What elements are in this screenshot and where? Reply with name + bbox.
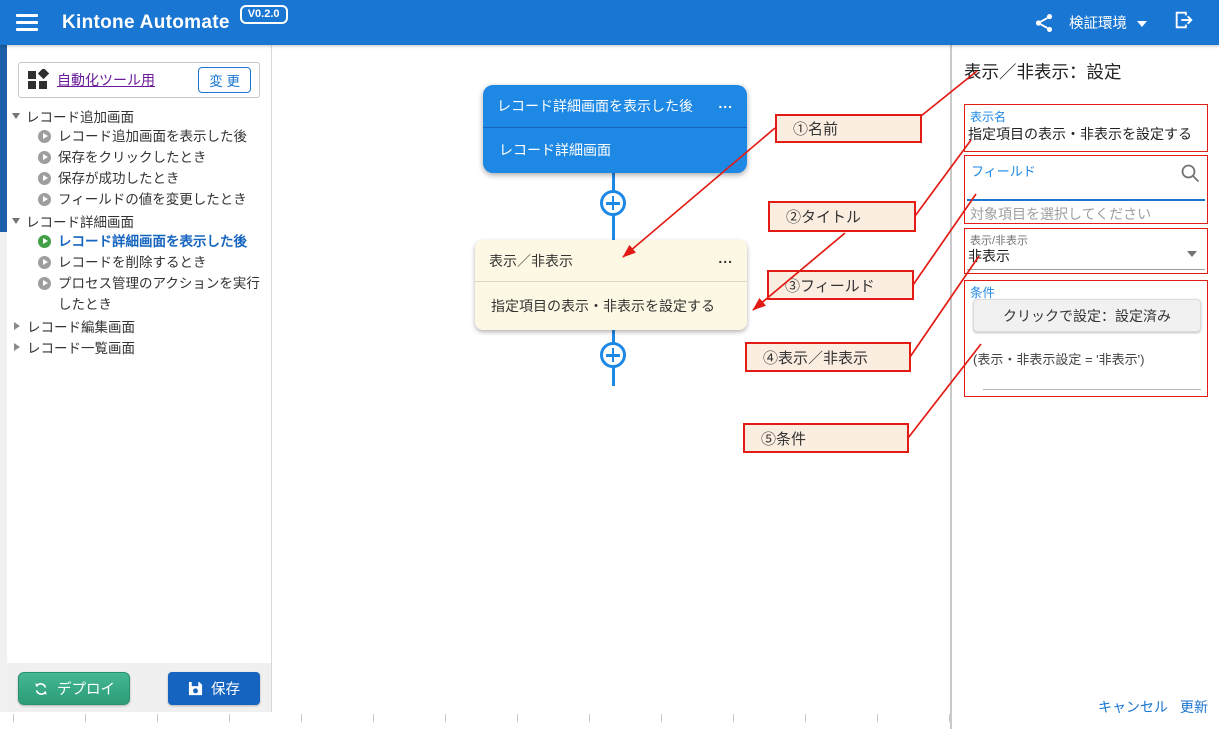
condition-set-button[interactable]: クリックで設定：設定済み (973, 299, 1201, 332)
tree-item-label: 保存が成功したとき (58, 168, 180, 189)
sidebar-scrollbar-track[interactable] (0, 45, 7, 712)
tree-item[interactable]: 保存をクリックしたとき (10, 147, 265, 168)
node-menu-icon[interactable]: ... (718, 250, 733, 266)
play-icon (38, 256, 51, 269)
dropdown-caret-icon[interactable] (1187, 251, 1197, 257)
deploy-button[interactable]: デプロイ (18, 672, 130, 705)
app-icon (27, 69, 49, 91)
tree-group-label: レコード詳細画面 (26, 211, 134, 231)
display-name-section: 表示名 指定項目の表示・非表示を設定する (964, 104, 1208, 152)
tree-group-label: レコード追加画面 (26, 106, 134, 126)
logout-icon (1173, 9, 1195, 31)
tree-item-selected[interactable]: レコード詳細画面を表示した後 (10, 231, 265, 252)
tree-item-label: レコードを削除するとき (58, 252, 207, 273)
tree-item[interactable]: 保存が成功したとき (10, 168, 265, 189)
tree-group-record-add[interactable]: レコード追加画面 (10, 105, 265, 126)
triangle-down-icon (12, 218, 20, 224)
action-node-body: 指定項目の表示・非表示を設定する (475, 282, 747, 329)
tree-group-record-list[interactable]: レコード一覧画面 (10, 336, 265, 357)
share-icon[interactable] (1033, 12, 1055, 34)
logout-button[interactable] (1165, 9, 1203, 36)
triangle-down-icon (12, 113, 20, 119)
visibility-underline (967, 269, 1205, 270)
tree-item-label: フィールドの値を変更したとき (58, 189, 247, 210)
sync-icon (33, 681, 49, 697)
play-icon (38, 151, 51, 164)
panel-title: 表示／非表示：設定 (964, 59, 1122, 84)
node-menu-icon[interactable]: ... (718, 95, 733, 111)
save-button-label: 保存 (211, 678, 240, 699)
field-input-underline (967, 199, 1205, 201)
display-name-label: 表示名 (970, 108, 1006, 125)
tree-item[interactable]: レコードを削除するとき (10, 252, 265, 273)
annotation-box-name: ①名前 (775, 114, 922, 143)
version-badge: V0.2.0 (240, 5, 288, 24)
environment-selector[interactable]: 検証環境 (1069, 12, 1127, 33)
tree-item-label: 保存をクリックしたとき (58, 147, 207, 168)
annotation-box-title: ②タイトル (768, 201, 916, 232)
triangle-right-icon (14, 343, 20, 351)
app-name-link[interactable]: 自動化ツール用 (57, 70, 155, 90)
cancel-link[interactable]: キャンセル (1098, 697, 1168, 717)
condition-summary: (表示・非表示設定 = '非表示') (973, 349, 1144, 368)
chevron-down-icon (1137, 21, 1147, 27)
action-node[interactable]: 表示／非表示 ... 指定項目の表示・非表示を設定する (475, 240, 747, 330)
trigger-node-title: レコード詳細画面を表示した後 (497, 96, 693, 116)
play-icon (38, 193, 51, 206)
action-node-title: 表示／非表示 (489, 251, 573, 271)
menu-icon[interactable] (16, 14, 38, 31)
field-section: フィールド 対象項目を選択してください (964, 155, 1208, 224)
tree-item-label: プロセス管理のアクションを実行したとき (58, 273, 263, 315)
tree-item[interactable]: プロセス管理のアクションを実行したとき (10, 273, 265, 315)
field-label: フィールド (971, 161, 1036, 180)
update-link[interactable]: 更新 (1180, 697, 1208, 717)
visibility-select[interactable]: 非表示 (968, 246, 1010, 266)
display-name-value: 指定項目の表示・非表示を設定する (968, 124, 1192, 144)
triangle-right-icon (14, 322, 20, 330)
sidebar-footer: デプロイ 保存 (7, 663, 271, 712)
annotation-box-visibility: ④表示／非表示 (745, 342, 911, 372)
sidebar: 自動化ツール用 変 更 レコード追加画面 レコード追加画面を表示した後 保存をク… (0, 45, 272, 712)
visibility-section: 表示/非表示 非表示 (964, 228, 1208, 274)
add-node-button[interactable] (600, 190, 626, 216)
event-tree: レコード追加画面 レコード追加画面を表示した後 保存をクリックしたとき 保存が成… (10, 105, 265, 357)
add-node-button[interactable] (600, 342, 626, 368)
kintone-automate-app: Kintone Automate V0.2.0 検証環境 (0, 0, 1219, 729)
play-icon (38, 172, 51, 185)
sidebar-scrollbar-thumb[interactable] (0, 45, 7, 232)
condition-divider (983, 389, 1201, 390)
tree-item-label: レコード詳細画面を表示した後 (58, 231, 247, 252)
annotation-box-condition: ⑤条件 (743, 423, 909, 453)
condition-section: 条件 クリックで設定：設定済み (表示・非表示設定 = '非表示') (964, 280, 1208, 397)
trigger-node-body: レコード詳細画面 (483, 128, 747, 172)
play-icon-active (38, 235, 51, 248)
tree-item-label: レコード追加画面を表示した後 (58, 126, 247, 147)
app-selector-box: 自動化ツール用 変 更 (18, 62, 260, 98)
app-title: Kintone Automate (62, 12, 230, 34)
tree-group-label: レコード編集画面 (27, 316, 135, 336)
tree-group-record-edit[interactable]: レコード編集画面 (10, 315, 265, 336)
deploy-button-label: デプロイ (57, 678, 115, 699)
settings-panel: 表示／非表示：設定 表示名 指定項目の表示・非表示を設定する フィールド 対象項… (950, 45, 1219, 729)
search-icon[interactable] (1179, 162, 1201, 184)
tree-group-record-detail[interactable]: レコード詳細画面 (10, 210, 265, 231)
tree-item[interactable]: レコード追加画面を表示した後 (10, 126, 265, 147)
app-header: Kintone Automate V0.2.0 検証環境 (0, 0, 1219, 45)
play-icon (38, 277, 51, 290)
tree-item[interactable]: フィールドの値を変更したとき (10, 189, 265, 210)
field-input[interactable]: 対象項目を選択してください (970, 204, 1151, 224)
tree-group-label: レコード一覧画面 (27, 337, 135, 357)
save-button[interactable]: 保存 (168, 672, 260, 705)
change-app-button[interactable]: 変 更 (198, 67, 251, 93)
play-icon (38, 130, 51, 143)
save-icon (188, 681, 203, 696)
annotation-box-field: ③フィールド (767, 270, 914, 300)
trigger-node[interactable]: レコード詳細画面を表示した後 ... レコード詳細画面 (483, 85, 747, 173)
